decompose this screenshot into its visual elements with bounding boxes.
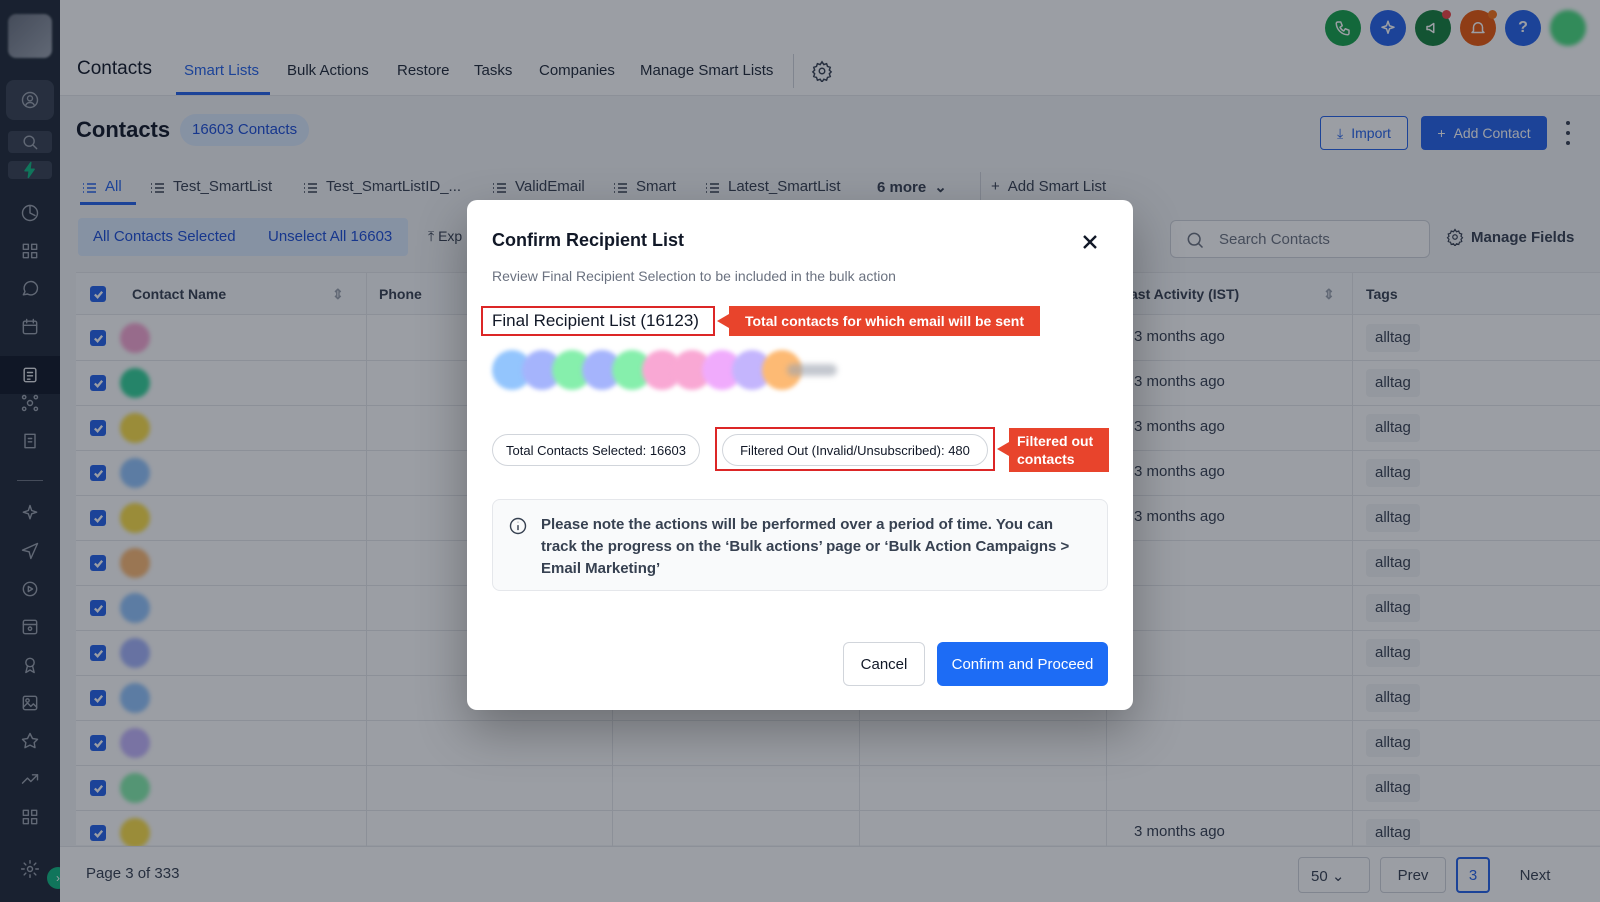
total-selected-pill: Total Contacts Selected: 16603 bbox=[492, 434, 700, 466]
info-icon bbox=[509, 517, 527, 535]
confirm-proceed-button[interactable]: Confirm and Proceed bbox=[937, 642, 1108, 686]
close-icon[interactable] bbox=[1080, 232, 1100, 252]
callout-filtered-out: Filtered out contacts bbox=[997, 428, 1109, 472]
info-text: Please note the actions will be performe… bbox=[541, 516, 1070, 577]
callout-total-contacts: Total contacts for which email will be s… bbox=[717, 306, 1040, 336]
info-notice: Please note the actions will be performe… bbox=[492, 499, 1108, 591]
more-recipients-count bbox=[787, 364, 837, 376]
modal-title: Confirm Recipient List bbox=[492, 230, 685, 250]
cancel-button[interactable]: Cancel bbox=[843, 642, 925, 686]
filtered-out-pill: Filtered Out (Invalid/Unsubscribed): 480 bbox=[722, 434, 988, 466]
confirm-recipient-modal: Confirm Recipient List Review Final Reci… bbox=[467, 200, 1133, 710]
modal-subtitle: Review Final Recipient Selection to be i… bbox=[492, 268, 896, 284]
final-recipient-list: Final Recipient List (16123) bbox=[492, 311, 699, 330]
